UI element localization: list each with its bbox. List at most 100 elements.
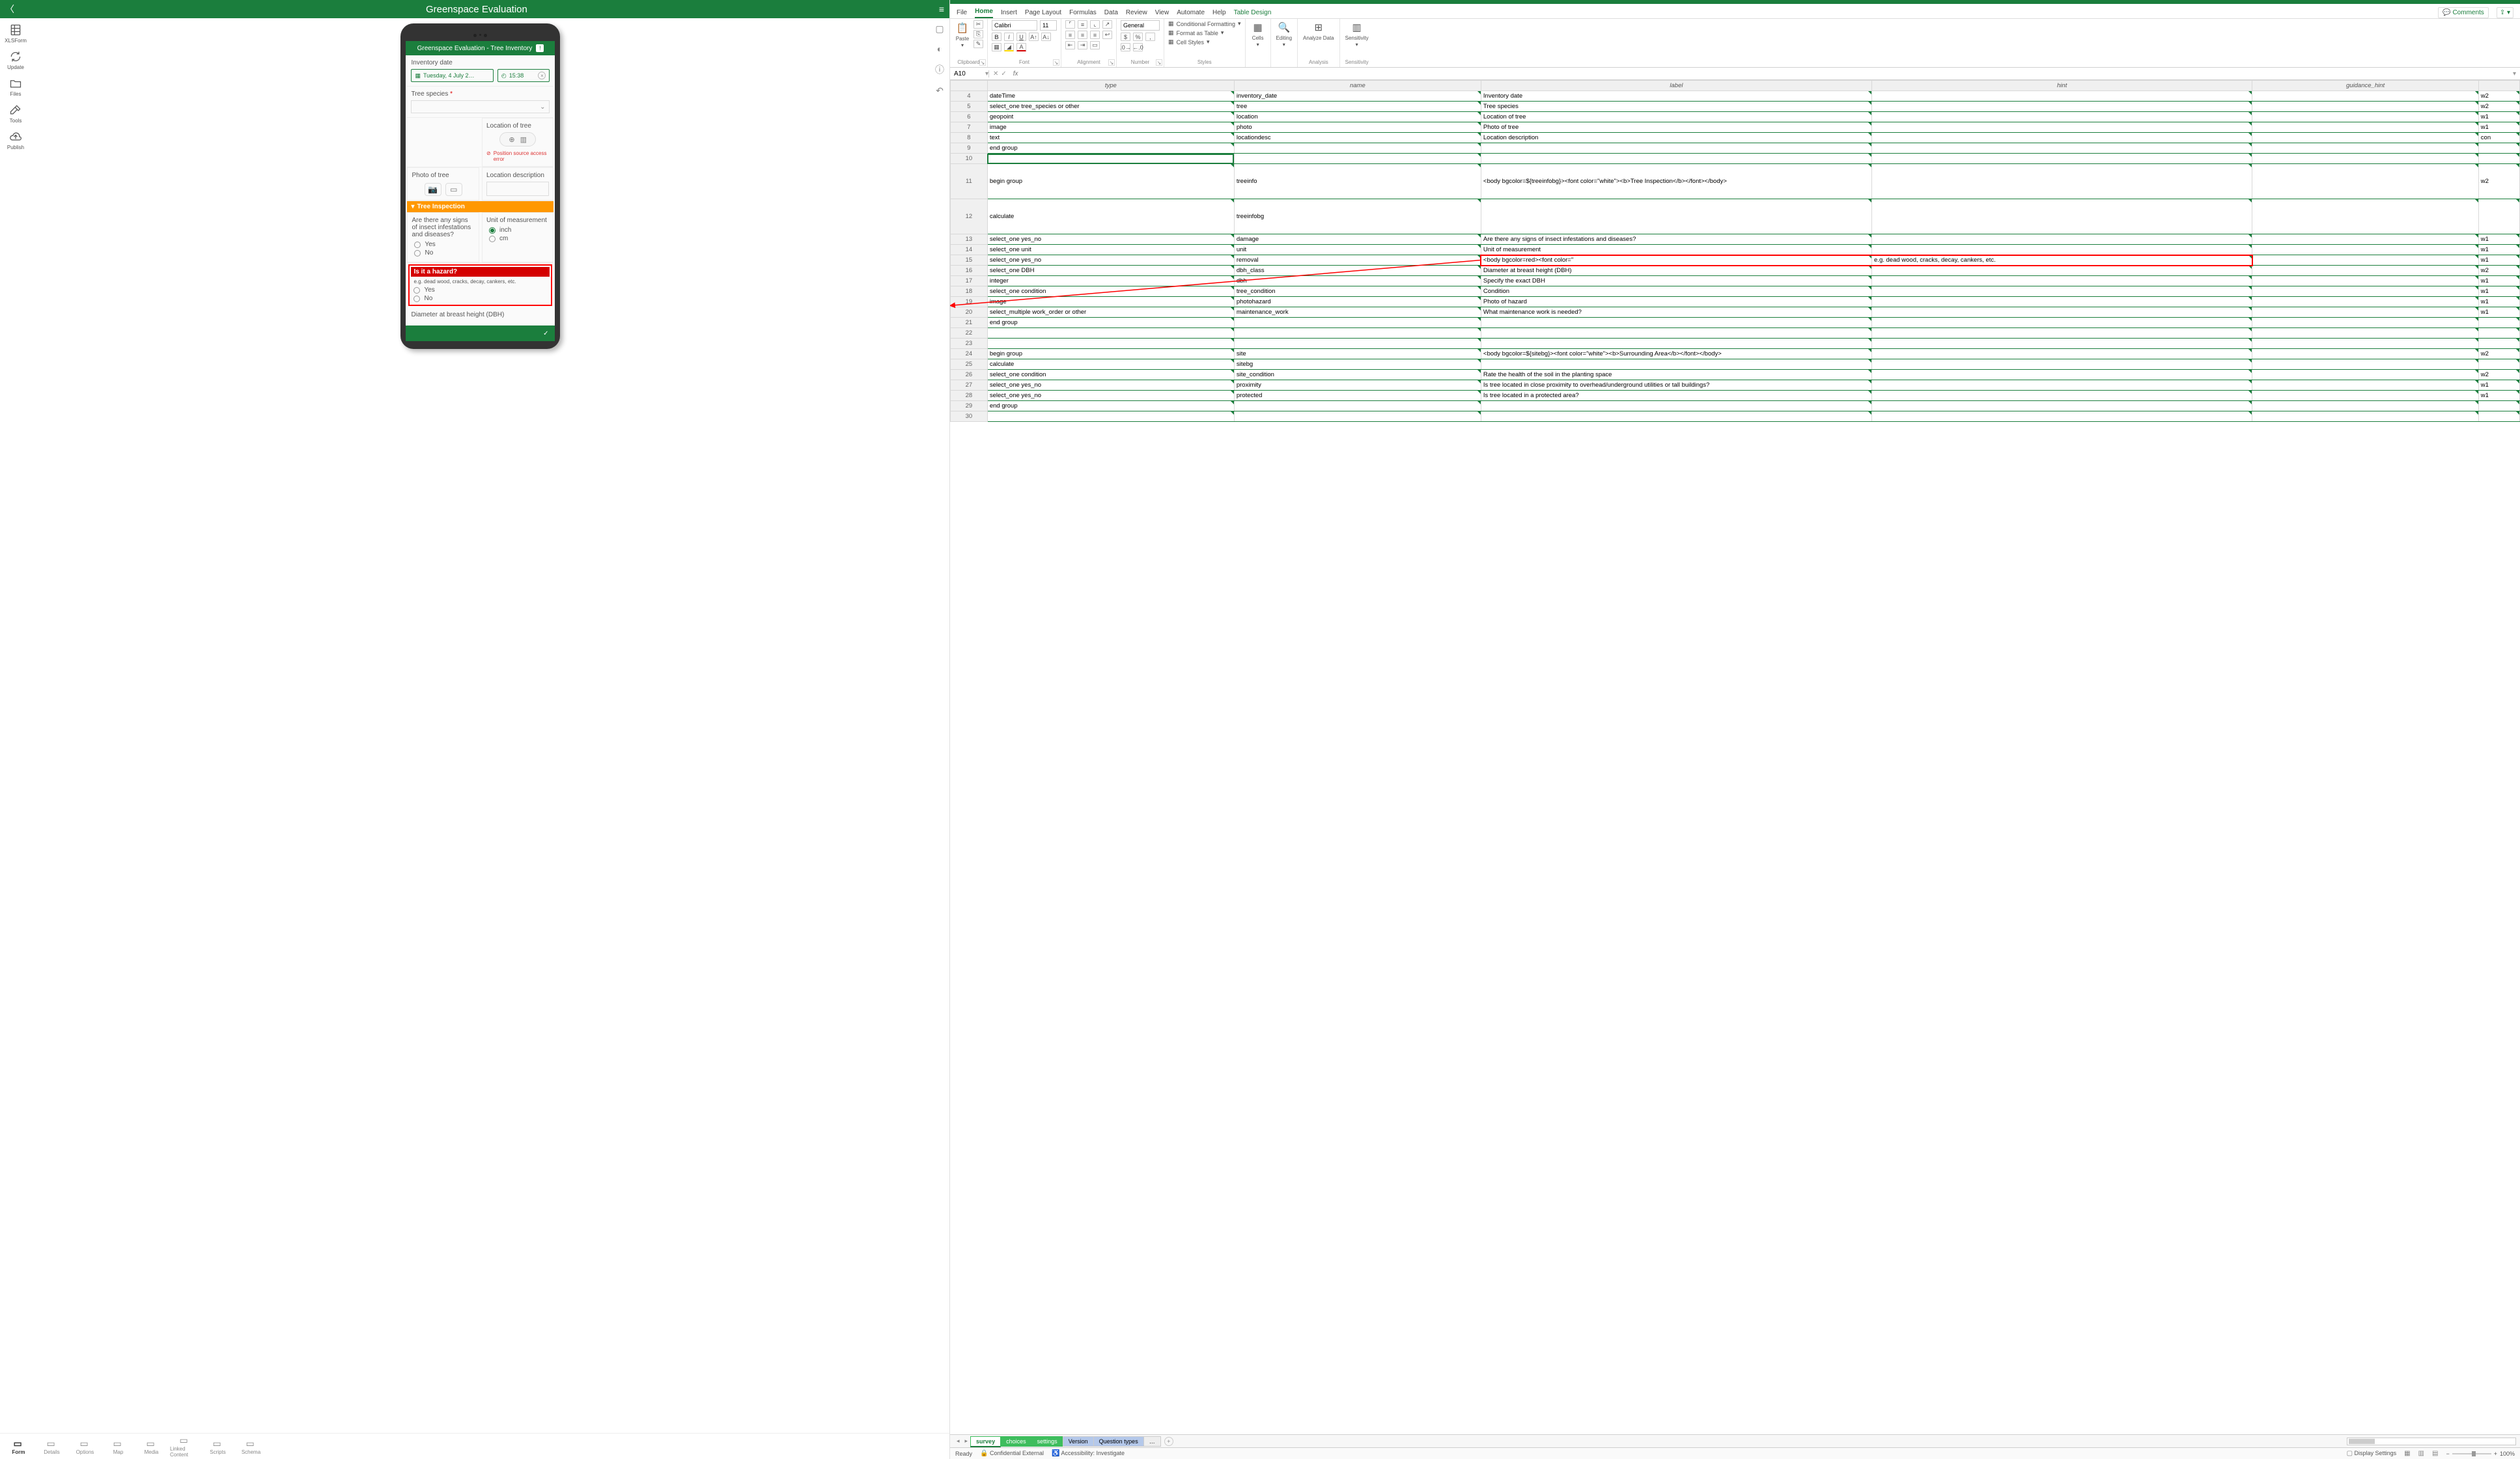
sheet-tab--[interactable]: …: [1143, 1436, 1161, 1447]
cell[interactable]: w1: [2478, 234, 2519, 245]
cell[interactable]: image: [987, 122, 1234, 133]
align-dialog-launcher[interactable]: ↘: [1108, 59, 1115, 66]
format-painter-button[interactable]: ✎: [973, 40, 983, 48]
clipboard-dialog-launcher[interactable]: ↘: [979, 59, 986, 66]
row-header[interactable]: 17: [950, 276, 987, 286]
ribbon-tab-review[interactable]: Review: [1126, 9, 1147, 18]
indent-inc[interactable]: ⇥: [1078, 41, 1087, 49]
wrap-text-button[interactable]: ↩: [1102, 31, 1112, 39]
cell[interactable]: [1872, 401, 2252, 411]
align-center[interactable]: ≡: [1078, 31, 1087, 39]
align-top[interactable]: ⌜: [1065, 20, 1075, 29]
cell[interactable]: Photo of tree: [1481, 122, 1871, 133]
view-page-button[interactable]: ▥: [2418, 1450, 2424, 1457]
cell[interactable]: w2: [2478, 91, 2519, 102]
column-header[interactable]: label: [1481, 81, 1871, 91]
cell[interactable]: w1: [2478, 255, 2519, 266]
cell[interactable]: [2252, 276, 2478, 286]
align-right[interactable]: ≡: [1090, 31, 1100, 39]
cell[interactable]: integer: [987, 276, 1234, 286]
cell[interactable]: [2252, 199, 2478, 234]
share-button[interactable]: ⇪ ▾: [2497, 7, 2513, 18]
cell[interactable]: [1481, 318, 1871, 328]
row-header[interactable]: 9: [950, 143, 987, 154]
row-header[interactable]: 24: [950, 349, 987, 359]
cell[interactable]: [2252, 297, 2478, 307]
cell[interactable]: w1: [2478, 286, 2519, 297]
cell[interactable]: [1872, 391, 2252, 401]
files-button[interactable]: Files: [9, 77, 22, 97]
update-button[interactable]: Update: [7, 50, 24, 70]
cell[interactable]: w1: [2478, 307, 2519, 318]
increase-font-button[interactable]: A↑: [1029, 33, 1039, 41]
cell[interactable]: maintenance_work: [1234, 307, 1481, 318]
editing-button[interactable]: 🔍Editing▾: [1275, 20, 1293, 48]
cell[interactable]: [2478, 143, 2519, 154]
horizontal-scrollbar[interactable]: [2347, 1438, 2516, 1445]
ribbon-tab-formulas[interactable]: Formulas: [1069, 9, 1097, 18]
damage-no[interactable]: No: [414, 249, 472, 257]
row-header[interactable]: 19: [950, 297, 987, 307]
row-header[interactable]: 7: [950, 122, 987, 133]
row-header[interactable]: 13: [950, 234, 987, 245]
cell[interactable]: Location description: [1481, 133, 1871, 143]
location-description-input[interactable]: [486, 182, 550, 196]
cell[interactable]: [1872, 349, 2252, 359]
cell[interactable]: damage: [1234, 234, 1481, 245]
view-break-button[interactable]: ▤: [2432, 1450, 2438, 1457]
gps-locate-button[interactable]: ⊕▥: [499, 132, 536, 146]
cell[interactable]: geopoint: [987, 112, 1234, 122]
cell[interactable]: photohazard: [1234, 297, 1481, 307]
cell[interactable]: dbh_class: [1234, 266, 1481, 276]
align-mid[interactable]: ≡: [1078, 20, 1087, 29]
align-left[interactable]: ≡: [1065, 31, 1075, 39]
cell[interactable]: Specify the exact DBH: [1481, 276, 1871, 286]
sheet-tab-question-types[interactable]: Question types: [1093, 1436, 1144, 1447]
cell[interactable]: [1872, 276, 2252, 286]
cell[interactable]: [2252, 164, 2478, 199]
tree-species-select[interactable]: ⌄: [411, 100, 550, 113]
cell[interactable]: Diameter at breast height (DBH): [1481, 266, 1871, 276]
cell[interactable]: [2478, 328, 2519, 339]
cell[interactable]: [1872, 154, 2252, 164]
name-box[interactable]: A10▾: [950, 70, 989, 77]
row-header[interactable]: 11: [950, 164, 987, 199]
ribbon-tab-file[interactable]: File: [957, 9, 967, 18]
cell[interactable]: w1: [2478, 380, 2519, 391]
cell[interactable]: select_one condition: [987, 370, 1234, 380]
submit-check-icon[interactable]: ✓: [543, 330, 548, 337]
orientation-button[interactable]: ↗: [1102, 20, 1112, 29]
cell[interactable]: [2252, 328, 2478, 339]
percent-button[interactable]: %: [1133, 33, 1143, 41]
cell[interactable]: w1: [2478, 276, 2519, 286]
column-header[interactable]: hint: [1872, 81, 2252, 91]
dec-decimal[interactable]: ←.0: [1133, 43, 1143, 51]
cell[interactable]: [1234, 401, 1481, 411]
cell-styles-button[interactable]: ▦ Cell Styles ▾: [1168, 38, 1241, 46]
row-header[interactable]: 5: [950, 102, 987, 112]
cell[interactable]: calculate: [987, 359, 1234, 370]
cell[interactable]: [2252, 91, 2478, 102]
cell[interactable]: inventory_date: [1234, 91, 1481, 102]
accept-formula-icon[interactable]: ✓: [1001, 70, 1006, 77]
align-bot[interactable]: ⌞: [1090, 20, 1100, 29]
cell[interactable]: w1: [2478, 297, 2519, 307]
cell[interactable]: [1872, 370, 2252, 380]
cancel-formula-icon[interactable]: ✕: [993, 70, 998, 77]
copy-button[interactable]: ⎘: [973, 30, 983, 38]
cell[interactable]: [1872, 359, 2252, 370]
tools-button[interactable]: Tools: [9, 104, 22, 124]
cell[interactable]: w1: [2478, 391, 2519, 401]
cell[interactable]: photo: [1234, 122, 1481, 133]
cell[interactable]: [2252, 401, 2478, 411]
bottombar-linked-content[interactable]: ▭Linked Content: [170, 1435, 199, 1458]
sheet-tab-choices[interactable]: choices: [1000, 1436, 1032, 1447]
font-dialog-launcher[interactable]: ↘: [1053, 59, 1059, 66]
cell[interactable]: dateTime: [987, 91, 1234, 102]
analyze-data-button[interactable]: ⊞Analyze Data: [1302, 20, 1336, 41]
cell[interactable]: select_one tree_species or other: [987, 102, 1234, 112]
hazard-yes[interactable]: Yes: [413, 286, 547, 294]
row-header[interactable]: 15: [950, 255, 987, 266]
ribbon-tab-insert[interactable]: Insert: [1001, 9, 1017, 18]
cell[interactable]: Inventory date: [1481, 91, 1871, 102]
